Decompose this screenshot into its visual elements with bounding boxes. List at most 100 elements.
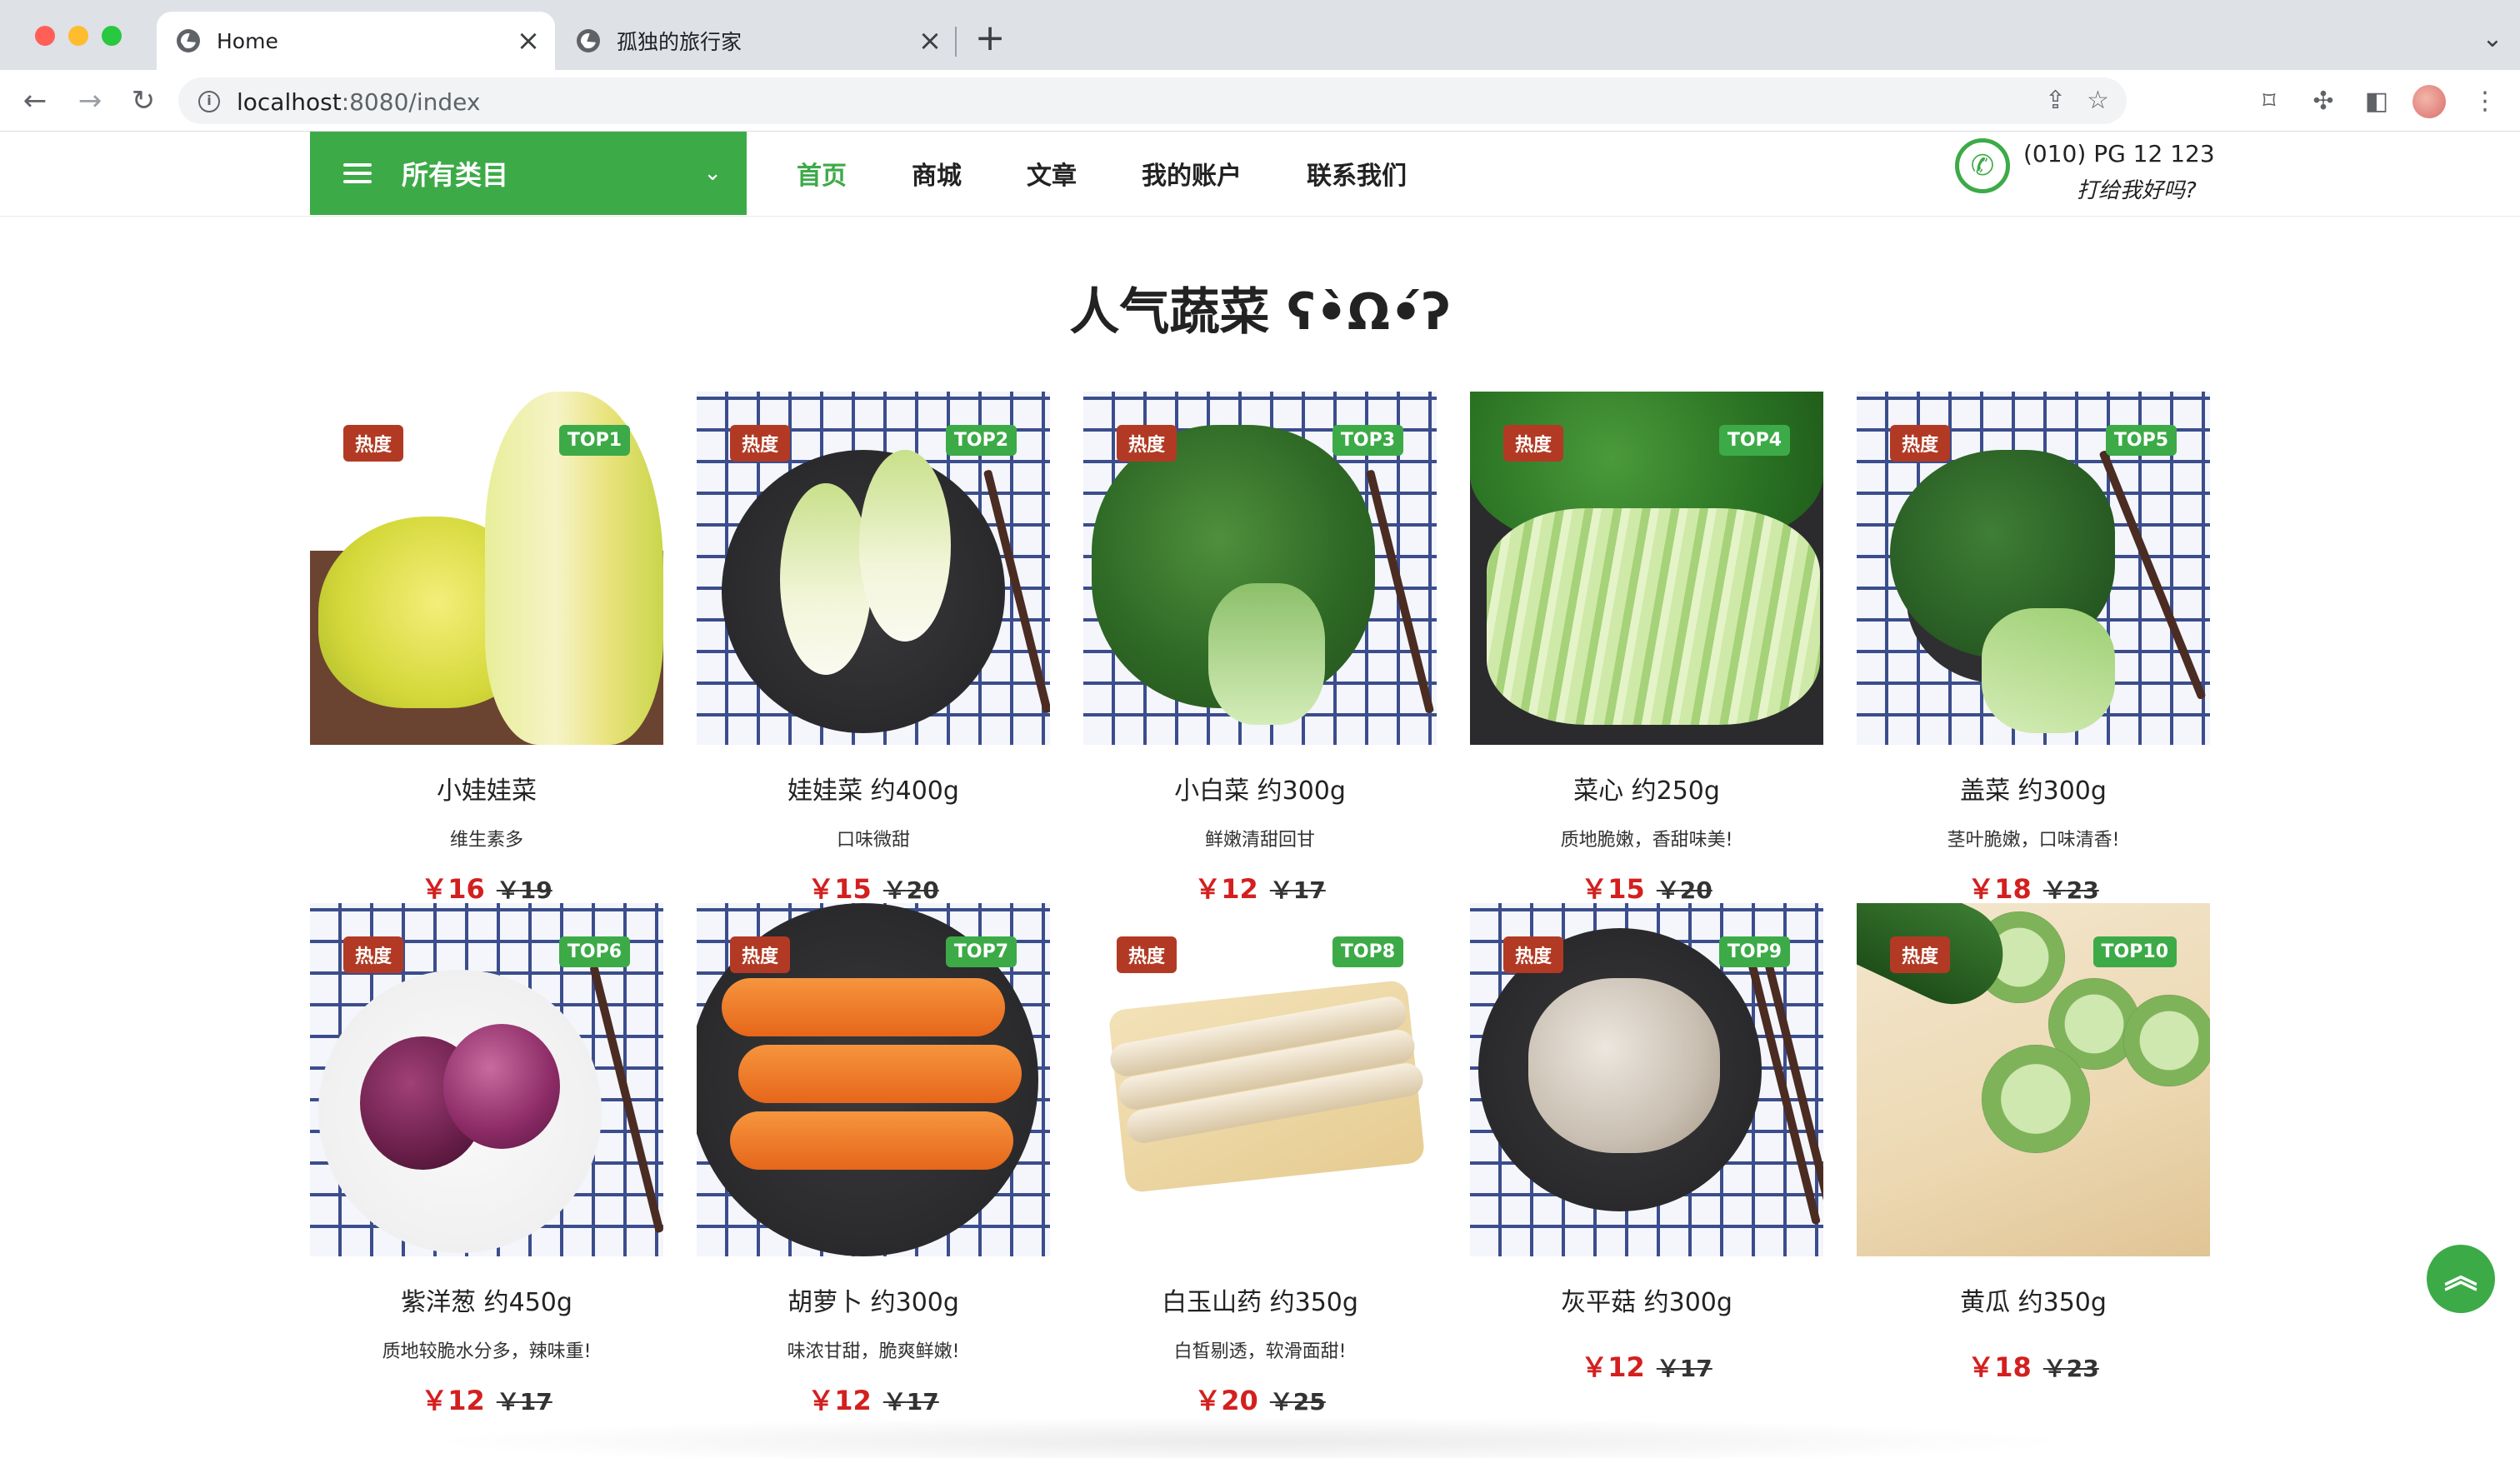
current-price: ￥15 [808,873,872,905]
site-header: 所有类目 ⌄ 首页 商城 文章 我的账户 联系我们 ✆ (010) PG 12 … [0,132,2520,217]
product-card[interactable]: 热度 TOP9 灰平菇 约300g ￥12 ￥17 [1470,903,1823,1385]
scroll-to-top-button[interactable]: ︽ [2427,1245,2495,1313]
browser-tab-home[interactable]: Home × [157,12,555,70]
tab-search-chevron-icon[interactable]: ⌄ [2480,27,2505,52]
product-card[interactable]: 热度 TOP5 盖菜 约300g 茎叶脆嫩，口味清香! ￥18 ￥23 [1857,392,2210,906]
hot-badge: 热度 [1117,936,1178,973]
currency-symbol: ￥ [2042,876,2067,904]
tab-separator [955,27,957,57]
price-value: 15 [1608,873,1645,905]
product-image-yam[interactable]: 热度 TOP8 [1083,903,1437,1256]
address-bar[interactable]: i localhost:8080/index ⇪ ☆ [178,77,2127,124]
site-info-icon[interactable]: i [198,91,220,112]
product-name[interactable]: 白玉山药 约350g [1083,1281,1437,1318]
globe-icon [577,29,600,52]
product-card[interactable]: 热度 TOP2 娃娃菜 约400g 口味微甜 ￥15 ￥20 [697,392,1050,906]
product-image-napa-cabbage[interactable]: 热度 TOP2 [697,392,1050,745]
product-image-baby-cabbage[interactable]: 热度 TOP1 [310,392,663,745]
bookmark-star-icon[interactable]: ☆ [2087,87,2109,114]
product-name[interactable]: 紫洋葱 约450g [310,1281,663,1318]
product-image-cucumber[interactable]: 热度 TOP10 [1857,903,2210,1256]
currency-symbol: ￥ [882,876,907,904]
price-value: 17 [1292,876,1326,904]
product-name[interactable]: 灰平菇 约300g [1470,1281,1823,1318]
url-text: localhost:8080/index [237,88,480,116]
product-card[interactable]: 热度 TOP4 菜心 约250g 质地脆嫩，香甜味美! ￥15 ￥20 [1470,392,1823,906]
hot-badge: 热度 [730,425,791,462]
product-image-oyster-mushroom[interactable]: 热度 TOP9 [1470,903,1823,1256]
product-card[interactable]: 热度 TOP8 白玉山药 约350g 白皙剔透，软滑面甜! ￥20 ￥25 [1083,903,1437,1418]
product-card[interactable]: 热度 TOP10 黄瓜 约350g ￥18 ￥23 [1857,903,2210,1385]
currency-symbol: ￥ [2042,1355,2067,1382]
nav-contact-us[interactable]: 联系我们 [1307,155,1407,192]
product-name[interactable]: 小白菜 约300g [1083,770,1437,806]
price-value: 20 [906,876,939,904]
window-minimize-button[interactable] [68,26,88,46]
back-arrow-icon[interactable]: ← [17,83,53,120]
rank-badge: TOP7 [945,936,1017,967]
browser-tab-traveler[interactable]: 孤独的旅行家 × [557,12,957,70]
currency-symbol: ￥ [1269,876,1293,904]
rank-badge: TOP10 [2092,936,2177,967]
url-host: localhost [237,88,342,116]
product-name[interactable]: 黄瓜 约350g [1857,1281,2210,1318]
currency-symbol: ￥ [496,876,520,904]
product-desc: 鲜嫩清甜回甘 [1204,830,1315,851]
window-zoom-button[interactable] [102,26,122,46]
nav-my-account[interactable]: 我的账户 [1142,155,1242,192]
forward-arrow-icon[interactable]: → [72,83,108,120]
original-price: ￥19 [497,876,552,904]
currency-symbol: ￥ [1656,876,1680,904]
phone-number[interactable]: (010) PG 12 123 [2023,140,2215,167]
product-card[interactable]: 热度 TOP3 小白菜 约300g 鲜嫩清甜回甘 ￥12 ￥17 [1083,392,1437,906]
current-price: ￥18 [1968,1351,2032,1383]
current-price: ￥16 [421,873,485,905]
product-name[interactable]: 娃娃菜 约400g [697,770,1050,806]
nav-shop[interactable]: 商城 [912,155,962,192]
price-value: 25 [1292,1388,1326,1416]
currency-symbol: ￥ [808,873,835,905]
phone-subtitle: 打给我好吗? [2077,178,2197,203]
url-path: :8080/index [341,88,481,116]
product-image-mustard-greens[interactable]: 热度 TOP5 [1857,392,2210,745]
close-tab-icon[interactable]: × [913,24,947,57]
product-card[interactable]: 热度 TOP1 小娃娃菜 维生素多 ￥16 ￥19 [310,392,663,906]
product-name[interactable]: 盖菜 约300g [1857,770,2210,806]
currency-symbol: ￥ [1194,1385,1222,1416]
nav-home[interactable]: 首页 [797,155,847,192]
price-value: 17 [519,1388,552,1416]
reload-icon[interactable]: ↻ [125,83,162,120]
product-image-choy-sum[interactable]: 热度 TOP4 [1470,392,1823,745]
close-tab-icon[interactable]: × [512,24,545,57]
reading-list-icon[interactable]: ⌑ [2252,85,2286,118]
side-panel-icon[interactable]: ◧ [2360,85,2393,118]
profile-avatar[interactable] [2412,85,2446,118]
product-image-bok-choy[interactable]: 热度 TOP3 [1083,392,1437,745]
share-icon[interactable]: ⇪ [2045,87,2066,114]
product-card[interactable]: 热度 TOP7 胡萝卜 约300g 味浓甘甜，脆爽鲜嫩! ￥12 ￥17 [697,903,1050,1418]
product-prices: ￥16 ￥19 [310,868,663,906]
hot-badge: 热度 [1117,425,1178,462]
more-menu-icon[interactable]: ⋮ [2468,85,2502,118]
original-price: ￥25 [1270,1388,1326,1416]
globe-icon [177,29,200,52]
product-name[interactable]: 小娃娃菜 [310,770,663,806]
price-value: 20 [1679,876,1712,904]
price-value: 16 [448,873,485,905]
product-name[interactable]: 胡萝卜 约300g [697,1281,1050,1318]
window-close-button[interactable] [35,26,55,46]
all-categories-label: 所有类目 [402,159,509,191]
browser-tab-bar: Home × 孤独的旅行家 × + ⌄ [0,0,2520,70]
product-prices: ￥12 ￥17 [1470,1346,1823,1385]
all-categories-button[interactable]: 所有类目 ⌄ [310,132,747,215]
product-name[interactable]: 菜心 约250g [1470,770,1823,806]
product-card[interactable]: 热度 TOP6 紫洋葱 约450g 质地较脆水分多，辣味重! ￥12 ￥17 [310,903,663,1418]
product-image-red-onion[interactable]: 热度 TOP6 [310,903,663,1256]
hot-badge: 热度 [343,425,404,462]
new-tab-button[interactable]: + [972,20,1008,58]
extensions-puzzle-icon[interactable]: ✣ [2307,85,2340,118]
current-price: ￥12 [1581,1351,1645,1383]
product-image-carrot[interactable]: 热度 TOP7 [697,903,1050,1256]
nav-articles[interactable]: 文章 [1027,155,1077,192]
product-desc: 味浓甘甜，脆爽鲜嫩! [787,1341,960,1362]
